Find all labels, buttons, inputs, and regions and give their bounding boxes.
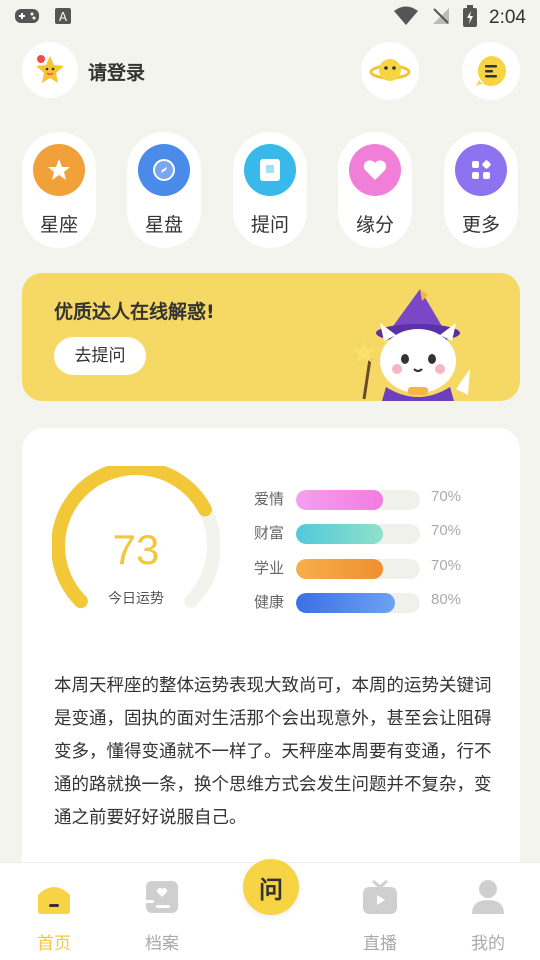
bar-fill [296,593,396,613]
home-icon [38,887,70,914]
compass-icon [138,144,190,196]
fortune-bar-health: 健康 80% [254,589,514,613]
status-bar: A 2:04 [0,0,540,36]
avatar[interactable] [22,42,78,98]
nav-label: 档案 [145,934,179,954]
bar-fill [296,524,383,544]
bar-track [296,490,420,510]
bar-percent: 70% [431,522,462,539]
quick-item-horoscope[interactable]: 星座 [22,132,96,248]
bar-percent: 80% [431,591,462,608]
no-signal-icon [431,6,451,30]
quick-item-label: 更多 [461,214,500,236]
bar-fill [296,490,383,510]
planet-button[interactable] [361,42,419,100]
bar-label: 爱情 [254,490,285,508]
fortune-description: 本周天秤座的整体运势表现大致尚可，本周的运势关键词是变通，固执的面对生活那个会出… [54,676,492,828]
bar-label: 健康 [254,593,285,611]
star-avatar-icon [36,55,64,83]
ask-banner[interactable]: 优质达人在线解惑! 去提问 [22,273,520,401]
note-icon [244,144,296,196]
fortune-bar-wealth: 财富 70% [254,520,514,544]
user-icon [472,880,504,914]
nav-label: 直播 [363,934,397,954]
go-ask-button[interactable]: 去提问 [54,337,146,375]
nav-archive[interactable]: 档案 [117,863,207,960]
bottom-nav: 首页 档案 问 直播 我的 [0,859,540,960]
quick-item-fate[interactable]: 缘分 [338,132,412,248]
nav-label: 我的 [471,934,505,954]
tv-icon [363,879,397,914]
chat-bubble-icon [476,56,506,86]
message-button[interactable] [462,42,520,100]
bar-label: 学业 [254,559,285,577]
gamepad-icon [14,7,40,29]
bar-fill [296,559,383,579]
bar-track [296,593,420,613]
quick-item-label: 缘分 [355,214,394,236]
svg-text:A: A [59,10,68,24]
quick-item-label: 星座 [39,214,78,236]
battery-charging-icon [463,5,478,31]
fortune-score: 73 [112,526,160,573]
nav-live[interactable]: 直播 [335,863,425,960]
wizard-cat-mascot [352,289,470,401]
planet-icon [369,59,411,81]
heart-icon [349,144,401,196]
bar-track [296,559,420,579]
ask-center-label: 问 [259,875,283,904]
bar-track [296,524,420,544]
fortune-score-label: 今日运势 [108,591,164,607]
ask-center-button[interactable]: 问 [243,859,299,915]
profile-card-icon [144,881,178,913]
quick-item-label: 星盘 [144,214,183,236]
bar-label: 财富 [254,524,285,542]
keyboard-a-icon: A [54,7,72,29]
header: 请登录 [0,42,540,102]
quick-item-more[interactable]: 更多 [444,132,518,248]
status-time: 2:04 [489,7,526,28]
star-icon [33,144,85,196]
bar-percent: 70% [431,488,462,505]
fortune-bar-love: 爱情 70% [254,486,514,510]
login-link[interactable]: 请登录 [88,58,145,85]
quick-item-label: 提问 [250,214,289,236]
nav-mine[interactable]: 我的 [443,863,533,960]
nav-home[interactable]: 首页 [9,863,99,960]
wifi-icon [393,6,419,30]
nav-label: 首页 [37,934,71,954]
quick-item-astrolabe[interactable]: 星盘 [127,132,201,248]
fortune-bar-study: 学业 70% [254,555,514,579]
quick-item-ask[interactable]: 提问 [233,132,307,248]
fortune-card: 73 今日运势 爱情 70% 财富 70% 学业 70% 健康 80% 本周天秤… [22,428,520,888]
bar-percent: 70% [431,557,462,574]
grid-icon [455,144,507,196]
banner-title: 优质达人在线解惑! [54,301,215,323]
